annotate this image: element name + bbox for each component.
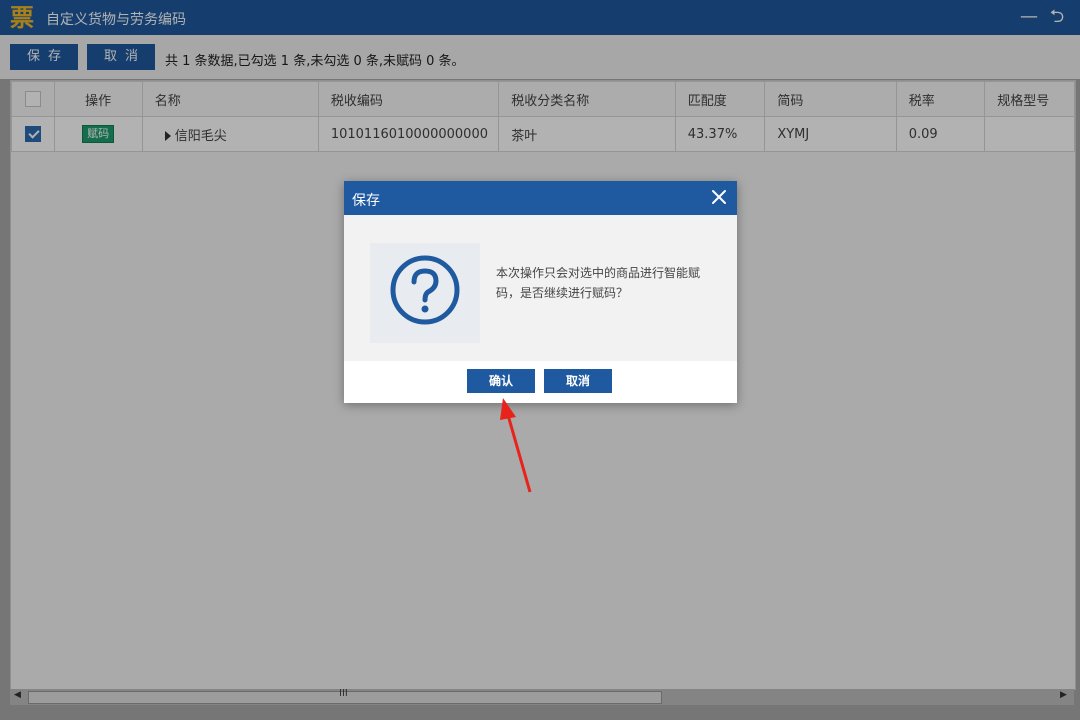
question-icon-box	[370, 243, 480, 343]
question-icon	[390, 255, 460, 325]
dialog-header: 保存	[344, 181, 737, 215]
dialog-title: 保存	[352, 193, 380, 209]
save-dialog: 保存 本次操作只会对选中的商品进行智能赋码，是否继续进行赋码？ 确认 取消	[344, 181, 737, 403]
dialog-message: 本次操作只会对选中的商品进行智能赋码，是否继续进行赋码？	[496, 266, 701, 300]
annotation-arrow	[500, 398, 532, 493]
dialog-cancel-button[interactable]: 取消	[544, 369, 612, 393]
dialog-body: 本次操作只会对选中的商品进行智能赋码，是否继续进行赋码？	[344, 215, 737, 362]
confirm-button[interactable]: 确认	[467, 369, 535, 393]
close-icon[interactable]	[709, 185, 729, 209]
